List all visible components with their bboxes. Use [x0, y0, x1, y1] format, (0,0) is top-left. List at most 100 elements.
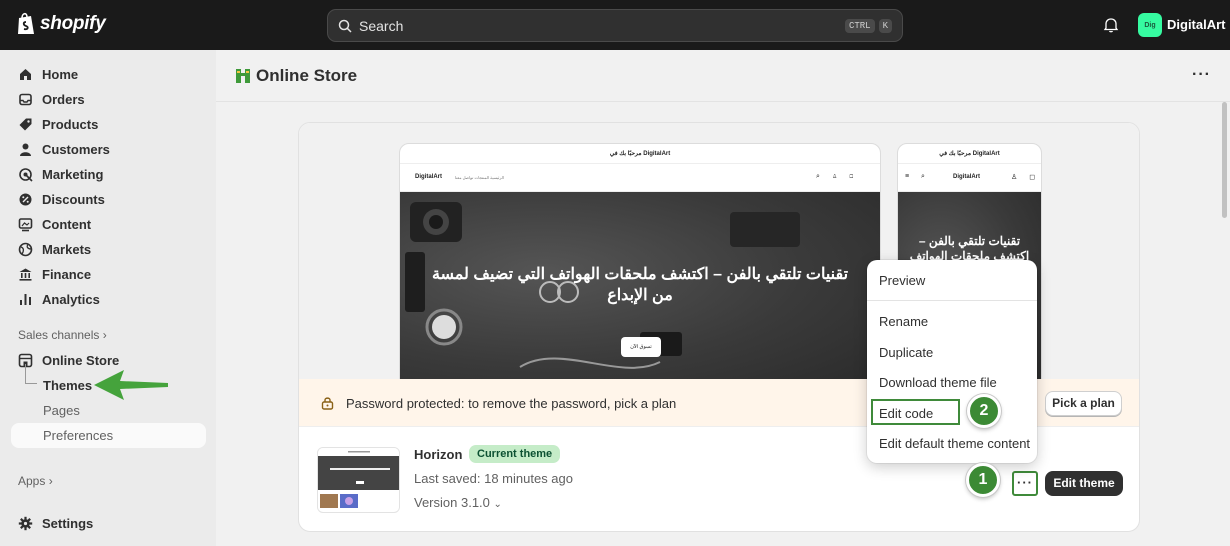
sidebar-item-label: Finance — [42, 266, 92, 282]
current-theme-badge: Current theme — [469, 445, 561, 463]
sales-channels-heading[interactable]: Sales channels › — [18, 328, 107, 342]
search-input[interactable]: Search — [359, 18, 841, 34]
theme-version[interactable]: Version 3.1.0 ⌄ — [414, 495, 502, 510]
tree-connector — [25, 364, 37, 384]
chart-icon — [20, 293, 31, 305]
globe-icon — [18, 242, 33, 256]
edit-theme-button[interactable]: Edit theme — [1045, 471, 1123, 496]
sales-channels-label: Sales channels — [18, 328, 100, 342]
content-icon — [18, 217, 33, 231]
store-avatar[interactable]: Dig — [1138, 13, 1162, 37]
chevron-right-icon: › — [48, 474, 53, 488]
sidebar-item-label: Marketing — [42, 166, 104, 182]
preview-brand-mobile: DigitalArt — [953, 174, 980, 180]
sidebar-item-label: Online Store — [42, 352, 120, 368]
theme-name: Horizon — [414, 447, 463, 462]
sidebar-item-analytics[interactable]: Analytics — [18, 288, 100, 310]
brand-wordmark: shopify — [40, 13, 106, 34]
chevron-down-icon: ⌄ — [493, 499, 502, 510]
inbox-icon — [19, 93, 32, 105]
sidebar-item-label: Orders — [42, 91, 85, 107]
bank-icon — [19, 268, 32, 281]
page-title-text: Online Store — [256, 66, 358, 85]
menu-divider — [867, 300, 1037, 301]
sidebar-item-label: Analytics — [42, 291, 100, 307]
notification-bell-icon[interactable] — [1103, 17, 1119, 33]
preview-nav: DigitalArt الرئيسية المنتجات تواصل معنا … — [400, 164, 880, 192]
sidebar-item-content[interactable]: Content — [18, 213, 91, 235]
main-content: Online Store ··· مرحبًا بك في DigitalArt… — [216, 50, 1230, 546]
sidebar-item-label: Content — [42, 216, 92, 232]
preview-menu-icons: ≡ ⌕ — [905, 173, 930, 180]
preview-announcement: مرحبًا بك في DigitalArt — [400, 144, 880, 164]
discount-icon — [19, 193, 32, 205]
sidebar-item-orders[interactable]: Orders — [18, 88, 85, 110]
online-store-icon — [236, 69, 250, 83]
sidebar-subitem-preferences[interactable]: Preferences — [43, 428, 113, 443]
gear-icon — [18, 516, 33, 530]
sidebar-subitem-themes[interactable]: Themes — [43, 378, 92, 393]
sidebar-item-label: Markets — [42, 241, 92, 257]
sidebar-item-marketing[interactable]: Marketing — [18, 163, 103, 185]
menu-item-duplicate[interactable]: Duplicate — [879, 345, 933, 360]
menu-item-download-theme-file[interactable]: Download theme file — [879, 375, 997, 390]
pick-plan-button[interactable]: Pick a plan — [1045, 391, 1122, 416]
sidebar-subitem-pages[interactable]: Pages — [43, 403, 80, 418]
shopify-logo[interactable]: shopify — [16, 12, 106, 36]
apps-label: Apps — [18, 474, 46, 488]
preview-hero: تقنيات تلتقي بالفن – اكتشف ملحقات الهوات… — [400, 192, 880, 382]
theme-actions-more-button[interactable]: ··· — [1012, 471, 1038, 496]
person-icon — [20, 143, 31, 156]
page-title: Online Store — [234, 66, 357, 86]
annotation-step-2: 2 — [967, 394, 1001, 428]
lock-icon — [321, 397, 334, 410]
target-icon — [19, 167, 33, 182]
sidebar-item-customers[interactable]: Customers — [18, 138, 110, 160]
sidebar-item-home[interactable]: Home — [18, 63, 78, 85]
theme-version-text: Version 3.1.0 — [414, 495, 490, 510]
sidebar-item-settings[interactable]: Settings — [18, 512, 93, 534]
sidebar-item-discounts[interactable]: Discounts — [18, 188, 105, 210]
theme-actions-menu: Preview Rename Duplicate Download theme … — [867, 260, 1037, 463]
password-banner-text: Password protected: to remove the passwo… — [346, 396, 677, 411]
sidebar-item-label: Settings — [42, 515, 94, 531]
tag-icon — [19, 118, 32, 130]
preview-nav-links: الرئيسية المنتجات تواصل معنا — [455, 175, 504, 180]
page-more-actions-button[interactable]: ··· — [1192, 66, 1211, 84]
shopify-bag-icon — [18, 12, 34, 34]
scrollbar[interactable] — [1222, 102, 1227, 218]
preview-nav-icons: ⌕ ♙ ◻ — [816, 173, 859, 180]
menu-item-rename[interactable]: Rename — [879, 314, 928, 329]
sidebar-item-markets[interactable]: Markets — [18, 238, 91, 260]
preview-nav-mobile: ≡ ⌕ DigitalArt ♙ ◻ — [898, 164, 1041, 192]
sidebar-item-label: Home — [42, 66, 79, 82]
theme-thumbnail[interactable] — [317, 447, 400, 513]
sidebar-item-label: Discounts — [42, 191, 105, 207]
store-name[interactable]: DigitalArt — [1167, 17, 1226, 32]
menu-item-edit-default-theme-content[interactable]: Edit default theme content — [879, 436, 1030, 451]
annotation-arrow-icon — [94, 370, 168, 400]
menu-item-preview[interactable]: Preview — [879, 273, 925, 288]
annotation-step-1: 1 — [966, 463, 1000, 497]
desktop-preview: مرحبًا بك في DigitalArt DigitalArt الرئي… — [399, 143, 881, 383]
page-header: Online Store ··· — [216, 50, 1230, 102]
shortcut-key-k: K — [878, 18, 892, 33]
theme-last-saved: Last saved: 18 minutes ago — [414, 471, 573, 486]
sidebar: Home Orders Products Customers Marketing… — [0, 50, 216, 546]
sidebar-item-label: Customers — [42, 141, 110, 157]
preview-nav-icons-mobile: ♙ ◻ — [1011, 174, 1041, 181]
sidebar-item-finance[interactable]: Finance — [18, 263, 91, 285]
apps-heading[interactable]: Apps › — [18, 474, 53, 488]
preview-hero-button: تسوق الآن — [621, 337, 661, 357]
theme-thumbnail-image — [318, 448, 399, 508]
sidebar-item-products[interactable]: Products — [18, 113, 98, 135]
search-icon — [338, 19, 352, 33]
home-icon — [20, 68, 31, 80]
preview-hero-heading: تقنيات تلتقي بالفن – اكتشف ملحقات الهوات… — [431, 266, 849, 304]
preview-announcement-mobile: مرحبًا بك في DigitalArt — [898, 144, 1041, 164]
shortcut-key-ctrl: CTRL — [844, 18, 875, 33]
search-bar[interactable]: Search CTRL K — [327, 9, 903, 42]
edit-code-highlight — [871, 399, 960, 425]
sidebar-item-label: Products — [42, 116, 99, 132]
preview-brand: DigitalArt — [415, 174, 442, 180]
